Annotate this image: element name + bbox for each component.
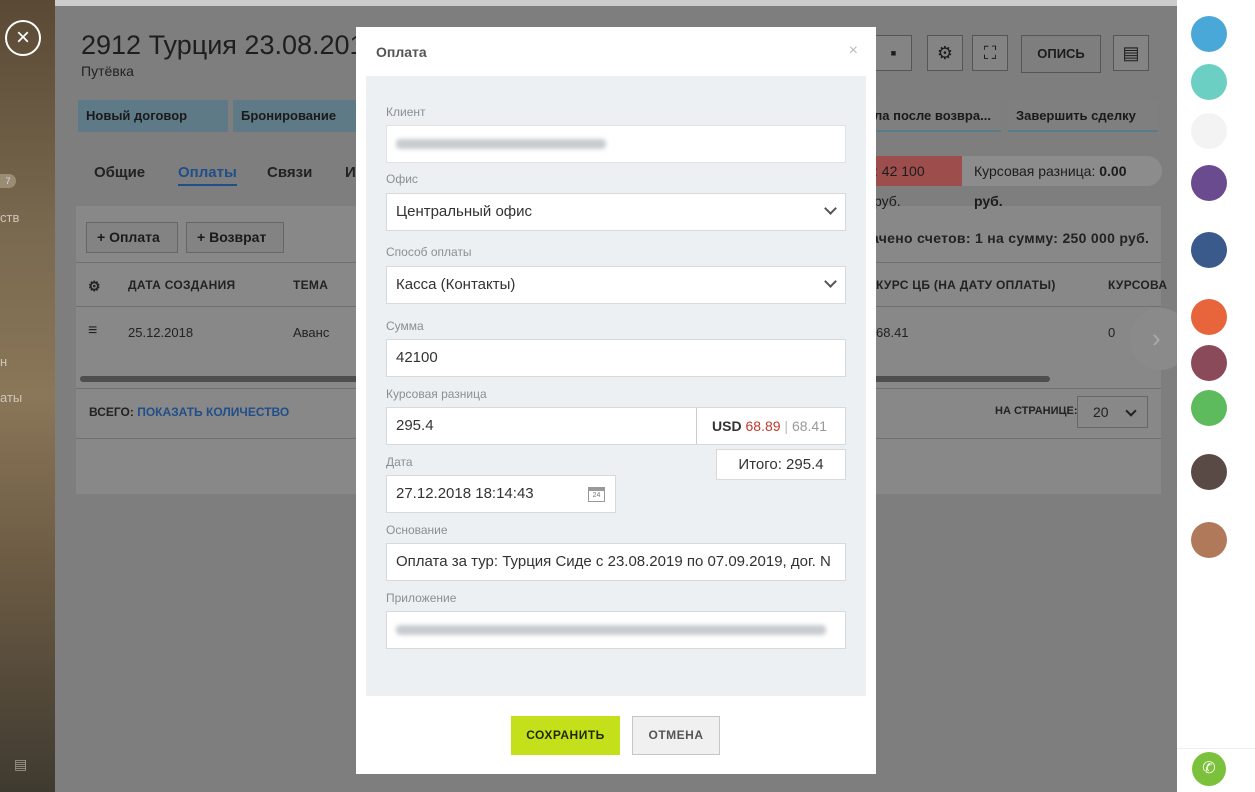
fullscreen-icon[interactable]: ⛶: [972, 35, 1008, 71]
avatar[interactable]: [1191, 522, 1227, 558]
per-page-select[interactable]: 20: [1077, 396, 1148, 428]
left-item-2[interactable]: н: [0, 354, 7, 369]
settings-icon[interactable]: ⚙: [927, 35, 963, 71]
payment-method-value: Касса (Контакты): [396, 276, 516, 293]
calendar-icon[interactable]: 24: [588, 487, 605, 502]
currency-code: USD: [712, 418, 742, 434]
left-item-1[interactable]: ств: [0, 210, 19, 225]
total-value: Итого: 295.4: [716, 449, 846, 480]
per-page-value: 20: [1093, 404, 1109, 420]
chat-icon[interactable]: ▪: [876, 35, 912, 71]
attachment-label: Приложение: [386, 591, 457, 605]
modal-form: Клиент Офис Центральный офис Способ опла…: [366, 76, 866, 696]
stage-after-return[interactable]: ла после возвра...: [866, 100, 1001, 132]
save-button[interactable]: СОХРАНИТЬ: [511, 716, 620, 755]
office-value: Центральный офис: [396, 203, 533, 220]
plus-icon: +: [97, 229, 110, 245]
table-footer: ВСЕГО: ПОКАЗАТЬ КОЛИЧЕСТВО: [89, 405, 289, 419]
counter-badge: 7: [0, 174, 16, 188]
cancel-button[interactable]: ОТМЕНА: [632, 716, 720, 755]
left-sidebar: × 7 ств н аты ▤: [0, 0, 55, 792]
plus-icon: +: [197, 229, 210, 245]
inventory-button[interactable]: ОПИСЬ: [1021, 35, 1101, 73]
openlines-icon[interactable]: [1191, 299, 1227, 335]
page-title: 2912 Турция 23.08.201: [81, 30, 365, 60]
col-topic[interactable]: ТЕМА: [293, 278, 328, 292]
basis-label: Основание: [386, 523, 448, 537]
chevron-down-icon: [1125, 405, 1137, 417]
cell-topic: Аванс: [293, 325, 330, 340]
per-page-label: НА СТРАНИЦЕ:: [995, 405, 1078, 417]
exchange-diff-label: Курсовая разница:: [974, 163, 1100, 179]
search-icon[interactable]: [1191, 113, 1227, 149]
date-input[interactable]: 27.12.2018 18:14:43 24: [386, 475, 616, 513]
phone-icon[interactable]: ✆: [1192, 752, 1226, 786]
modal-close-icon[interactable]: ×: [849, 42, 858, 60]
tab-other[interactable]: И: [345, 164, 356, 181]
col-cb-rate[interactable]: КУРС ЦБ (НА ДАТУ ОПЛАТЫ): [876, 278, 1056, 292]
basis-input[interactable]: Оплата за тур: Турция Сиде с 23.08.2019 …: [386, 543, 846, 581]
add-refund-button[interactable]: + Возврат: [186, 222, 284, 253]
client-blurred-text: [396, 139, 606, 150]
avatar[interactable]: [1191, 232, 1227, 268]
printer-icon[interactable]: ▤: [1113, 35, 1149, 71]
add-payment-label: Оплата: [109, 229, 160, 245]
cb-rate: 68.41: [791, 418, 827, 434]
cell-diff: 0: [1108, 325, 1116, 340]
avatar[interactable]: [1191, 454, 1227, 490]
tab-payments[interactable]: Оплаты: [178, 164, 237, 186]
invoices-summary: ачено счетов: 1 на сумму: 250 000 руб.: [871, 230, 1150, 246]
page-subtitle: Путёвка: [81, 63, 134, 79]
attachment-blurred-text: [396, 625, 826, 636]
right-sidebar: ✆: [1177, 0, 1255, 792]
paid-summary: : 42 100 руб.: [862, 156, 962, 209]
cell-rate: 68.41: [876, 325, 909, 340]
sum-label: Сумма: [386, 319, 424, 333]
exchange-diff-summary: Курсовая разница: 0.00 руб.: [962, 156, 1162, 209]
client-field[interactable]: [386, 125, 846, 163]
close-icon[interactable]: ×: [5, 20, 41, 56]
stage-booking[interactable]: Бронирование: [233, 100, 356, 132]
payment-rate: 68.89: [745, 418, 781, 434]
date-label: Дата: [386, 455, 413, 469]
office-select[interactable]: Центральный офис: [386, 193, 846, 231]
notifications-icon[interactable]: [1191, 16, 1227, 52]
avatar[interactable]: [1191, 345, 1227, 381]
exchange-diff-input[interactable]: 295.4 USD 68.89 | 68.41: [386, 407, 846, 445]
gear-icon[interactable]: ⚙: [88, 278, 101, 295]
col-created-date[interactable]: ДАТА СОЗДАНИЯ: [128, 278, 235, 292]
timer-icon[interactable]: [1191, 64, 1227, 100]
print-icon[interactable]: ▤: [14, 756, 30, 772]
exchange-diff-label: Курсовая разница: [386, 387, 487, 401]
add-refund-label: Возврат: [209, 229, 267, 245]
chevron-down-icon: [824, 202, 837, 215]
avatar[interactable]: [1191, 390, 1227, 426]
sum-input[interactable]: 42100: [386, 339, 846, 377]
tab-general[interactable]: Общие: [94, 164, 145, 181]
currency-rates: USD 68.89 | 68.41: [696, 408, 845, 444]
stage-new-contract[interactable]: Новый договор: [78, 100, 228, 132]
exchange-diff-value: 295.4: [396, 417, 434, 434]
col-exchange-diff[interactable]: КУРСОВА: [1108, 278, 1167, 292]
tab-links[interactable]: Связи: [267, 164, 312, 181]
add-payment-button[interactable]: + Оплата: [86, 222, 178, 253]
chevron-down-icon: [824, 275, 837, 288]
office-label: Офис: [386, 172, 418, 186]
rate-separator: |: [784, 418, 789, 434]
cell-date: 25.12.2018: [128, 325, 194, 340]
payment-method-select[interactable]: Касса (Контакты): [386, 266, 846, 304]
client-label: Клиент: [386, 105, 426, 119]
stage-complete-deal[interactable]: Завершить сделку: [1008, 100, 1158, 132]
attachment-field[interactable]: [386, 611, 846, 649]
left-item-3[interactable]: аты: [0, 390, 22, 405]
date-value: 27.12.2018 18:14:43: [396, 485, 534, 502]
payment-method-label: Способ оплаты: [386, 245, 472, 259]
modal-title: Оплата: [376, 44, 427, 60]
show-count-link[interactable]: ПОКАЗАТЬ КОЛИЧЕСТВО: [137, 405, 289, 419]
group-chat-icon[interactable]: [1191, 165, 1227, 201]
drag-handle-icon[interactable]: ≡: [88, 322, 97, 340]
total-label: ВСЕГО:: [89, 405, 138, 419]
payment-modal: Оплата × Клиент Офис Центральный офис Сп…: [356, 27, 876, 774]
